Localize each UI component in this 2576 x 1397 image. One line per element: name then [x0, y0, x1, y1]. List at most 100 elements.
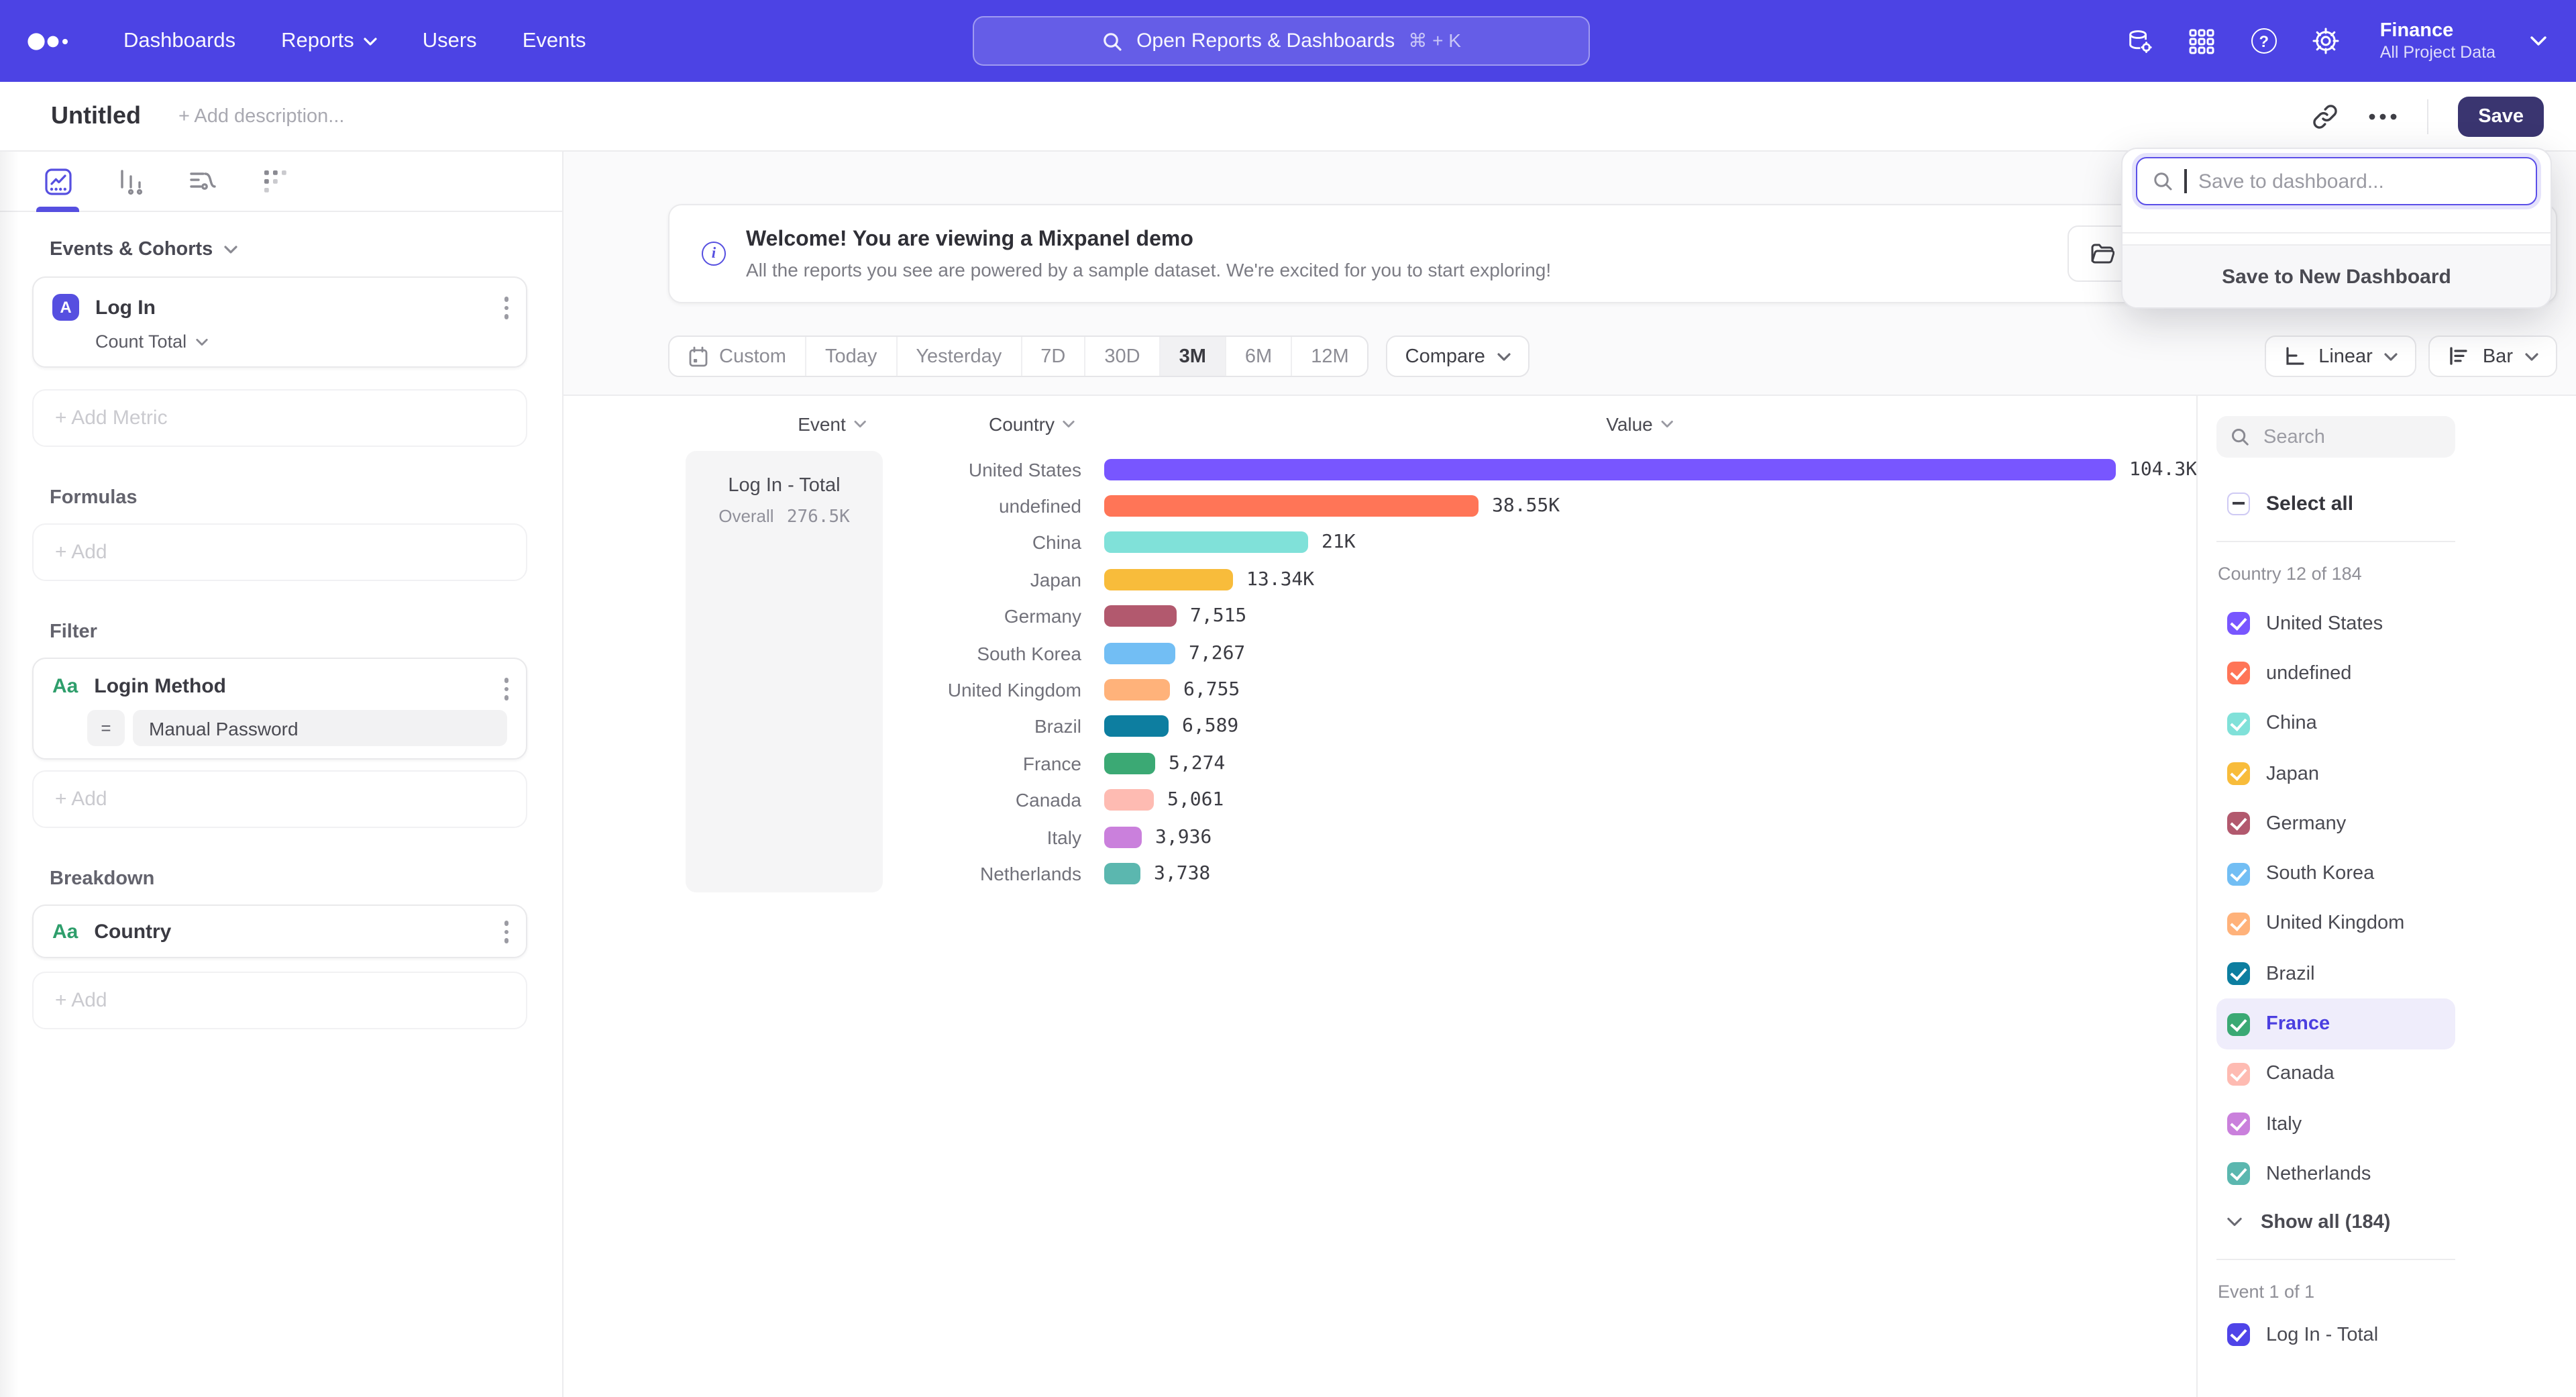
bar[interactable] — [1104, 606, 1177, 627]
checkbox[interactable] — [2227, 813, 2250, 835]
chevron-down-icon[interactable] — [2530, 36, 2546, 46]
global-search-button[interactable]: Open Reports & Dashboards ⌘ + K — [973, 16, 1590, 66]
filter-operator[interactable]: = — [87, 710, 125, 746]
bar[interactable] — [1104, 716, 1169, 737]
add-filter-button[interactable]: + Add — [32, 770, 527, 828]
metric-name[interactable]: Log In — [95, 296, 156, 319]
country-filter-row[interactable]: France — [2216, 999, 2455, 1049]
column-header-value[interactable]: Value — [1606, 413, 1673, 435]
kebab-menu-icon[interactable] — [504, 297, 508, 319]
checkbox[interactable] — [2227, 1013, 2250, 1035]
bar[interactable] — [1104, 753, 1155, 774]
country-filter-row[interactable]: Japan — [2216, 749, 2455, 799]
checkbox[interactable] — [2227, 712, 2250, 735]
metric-card[interactable]: A Log In Count Total — [32, 276, 527, 368]
bar[interactable] — [1104, 679, 1170, 701]
add-breakdown-button[interactable]: + Add — [32, 972, 527, 1029]
bar[interactable] — [1104, 569, 1233, 590]
retention-tab-icon[interactable] — [258, 151, 292, 211]
funnels-tab-icon[interactable] — [113, 151, 148, 211]
aggregation-selector[interactable]: Count Total — [95, 331, 507, 352]
compare-button[interactable]: Compare — [1387, 335, 1529, 377]
save-to-new-dashboard-button[interactable]: Save to New Dashboard — [2123, 244, 2551, 307]
bar[interactable] — [1104, 532, 1308, 554]
events-cohorts-heading[interactable]: Events & Cohorts — [50, 239, 527, 260]
bar-chart-region: Event Country Value Log In - Total Overa… — [564, 395, 2196, 1397]
country-filter-row[interactable]: China — [2216, 698, 2455, 749]
apps-grid-icon[interactable] — [2188, 27, 2216, 55]
breakdown-card[interactable]: Aa Country — [32, 904, 527, 958]
series-search-input[interactable] — [2261, 425, 2435, 449]
bar[interactable] — [1104, 863, 1140, 884]
chevron-down-icon — [1497, 352, 1511, 360]
filter-property-name[interactable]: Login Method — [94, 675, 226, 698]
country-filter-row[interactable]: United States — [2216, 599, 2455, 649]
ellipsis-menu-icon[interactable] — [2368, 112, 2398, 120]
add-metric-button[interactable]: + Add Metric — [32, 389, 527, 447]
help-icon[interactable]: ? — [2251, 28, 2277, 54]
nav-reports[interactable]: Reports — [281, 29, 377, 53]
country-filter-row[interactable]: Italy — [2216, 1099, 2455, 1149]
flows-tab-icon[interactable] — [185, 151, 220, 211]
date-range-custom[interactable]: Custom — [669, 337, 806, 376]
show-all-toggle[interactable]: Show all (184) — [2216, 1202, 2557, 1242]
checkbox[interactable] — [2227, 762, 2250, 785]
date-range-option[interactable]: Yesterday — [897, 337, 1022, 376]
select-all-checkbox[interactable] — [2227, 492, 2250, 515]
checkbox[interactable] — [2227, 662, 2250, 685]
bar[interactable] — [1104, 495, 1479, 517]
checkbox[interactable] — [2227, 1163, 2250, 1186]
series-search[interactable] — [2216, 416, 2455, 458]
column-header-country[interactable]: Country — [989, 413, 1075, 435]
bar[interactable] — [1104, 826, 1142, 847]
date-range-option[interactable]: 12M — [1292, 337, 1367, 376]
checkbox[interactable] — [2227, 1063, 2250, 1086]
bar[interactable] — [1104, 789, 1154, 811]
nav-events[interactable]: Events — [523, 29, 586, 53]
settings-gear-icon[interactable] — [2312, 27, 2340, 55]
data-management-icon[interactable] — [2125, 27, 2153, 55]
date-range-option[interactable]: 7D — [1022, 337, 1085, 376]
checkbox[interactable] — [2227, 612, 2250, 635]
bar[interactable] — [1104, 458, 2116, 480]
mixpanel-logo-icon[interactable] — [27, 30, 75, 52]
event-checkbox[interactable] — [2227, 1323, 2250, 1346]
link-icon[interactable] — [2312, 103, 2339, 130]
kebab-menu-icon[interactable] — [504, 921, 508, 943]
checkbox[interactable] — [2227, 962, 2250, 985]
country-filter-row[interactable]: South Korea — [2216, 849, 2455, 899]
country-filter-row[interactable]: undefined — [2216, 649, 2455, 699]
save-dashboard-search[interactable]: Save to dashboard... — [2136, 157, 2537, 205]
country-filter-row[interactable]: Germany — [2216, 798, 2455, 849]
date-range-option[interactable]: 30D — [1085, 337, 1160, 376]
date-range-option[interactable]: 3M — [1161, 337, 1226, 376]
country-filter-row[interactable]: Canada — [2216, 1049, 2455, 1099]
country-filter-row[interactable]: Netherlands — [2216, 1149, 2455, 1200]
kebab-menu-icon[interactable] — [504, 678, 508, 700]
checkbox[interactable] — [2227, 913, 2250, 935]
insights-tab-icon[interactable] — [40, 151, 75, 211]
breakdown-property-name[interactable]: Country — [94, 920, 171, 943]
column-header-event[interactable]: Event — [798, 413, 866, 435]
select-all-row[interactable]: Select all — [2216, 490, 2557, 517]
filter-value[interactable]: Manual Password — [133, 710, 507, 746]
add-description[interactable]: + Add description... — [178, 105, 344, 127]
filter-card[interactable]: Aa Login Method = Manual Password — [32, 658, 527, 760]
checkbox[interactable] — [2227, 1113, 2250, 1135]
event-filter-row[interactable]: Log In - Total — [2216, 1318, 2557, 1351]
nav-dashboards[interactable]: Dashboards — [123, 29, 235, 53]
add-formula-button[interactable]: + Add — [32, 523, 527, 581]
country-filter-row[interactable]: United Kingdom — [2216, 899, 2455, 949]
date-range-option[interactable]: Today — [806, 337, 897, 376]
bar[interactable] — [1104, 642, 1175, 664]
date-range-option[interactable]: 6M — [1226, 337, 1292, 376]
nav-users[interactable]: Users — [423, 29, 477, 53]
chart-type-button[interactable]: Bar — [2429, 335, 2557, 377]
country-filter-row[interactable]: Brazil — [2216, 949, 2455, 999]
save-button[interactable]: Save — [2458, 96, 2544, 136]
info-icon: i — [702, 242, 726, 266]
report-title[interactable]: Untitled — [51, 102, 141, 130]
project-switcher[interactable]: Finance All Project Data — [2380, 18, 2496, 64]
checkbox[interactable] — [2227, 862, 2250, 885]
scale-selector-button[interactable]: Linear — [2265, 335, 2417, 377]
